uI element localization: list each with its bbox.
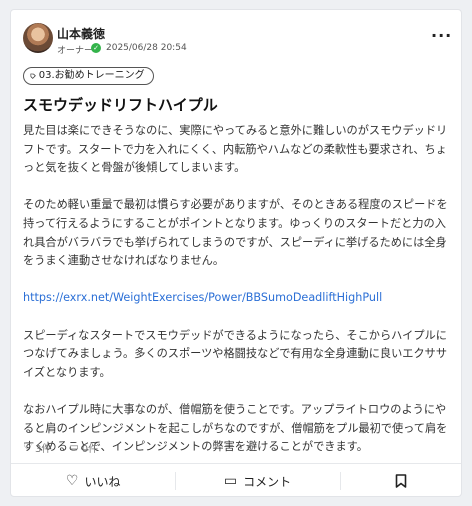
author-role: オーナー <box>57 46 94 56</box>
more-options-button[interactable]: ··· <box>431 28 452 44</box>
post-card: 山本義徳 オーナー ✓ 2025/06/28 20:54 ··· ⌂ 03.お勧… <box>10 9 462 497</box>
heart-outline-icon: ♡ <box>23 442 32 453</box>
like-button[interactable]: ♡ いいね <box>11 464 175 498</box>
comment-icon: ▭ <box>223 473 238 489</box>
post-stats: ♡ 3件 ▭ 0件 <box>23 440 98 455</box>
paragraph-2: そのため軽い重量で最初は慣らす必要がありますが、そのときある程度のスピードを持っ… <box>23 198 448 268</box>
verified-check-icon: ✓ <box>91 43 101 53</box>
comment-outline-icon: ▭ <box>69 442 79 453</box>
paragraph-1: 見た目は楽にできそうなのに、実際にやってみると意外に難しいのがスモウデッドリフト… <box>23 124 448 175</box>
post-body: 見た目は楽にできそうなのに、実際にやってみると意外に難しいのがスモウデッドリフト… <box>23 122 451 475</box>
like-button-label: いいね <box>84 474 121 489</box>
bookmark-button[interactable] <box>339 464 463 498</box>
bookmark-icon <box>396 474 407 488</box>
author-name[interactable]: 山本義徳 <box>57 25 105 42</box>
likes-count-label: 3件 <box>34 444 52 455</box>
link-paragraph: https://exrx.net/WeightExercises/Power/B… <box>23 289 451 308</box>
comment-button[interactable]: ▭ コメント <box>175 464 339 498</box>
author-avatar[interactable] <box>23 23 53 53</box>
paragraph-3: スピーディなスタートでスモウデッドができるようになったら、そこからハイプルにつな… <box>23 328 448 379</box>
category-tag[interactable]: ⌂ 03.お勧めトレーニング <box>23 67 154 85</box>
comment-button-label: コメント <box>243 474 292 489</box>
exrx-link[interactable]: https://exrx.net/WeightExercises/Power/B… <box>23 291 382 304</box>
category-tag-label: 03.お勧めトレーニング <box>38 70 145 81</box>
action-bar: ♡ いいね ▭ コメント <box>11 464 463 498</box>
comments-count-label: 0件 <box>81 444 99 455</box>
post-title: スモウデッドリフトハイプル <box>23 96 218 114</box>
comments-count[interactable]: ▭ 0件 <box>69 440 98 455</box>
likes-count[interactable]: ♡ 3件 <box>23 440 51 455</box>
more-horizontal-icon: ··· <box>431 26 453 45</box>
heart-icon: ♡ <box>65 473 79 489</box>
post-date: 2025/06/28 20:54 <box>106 43 187 53</box>
